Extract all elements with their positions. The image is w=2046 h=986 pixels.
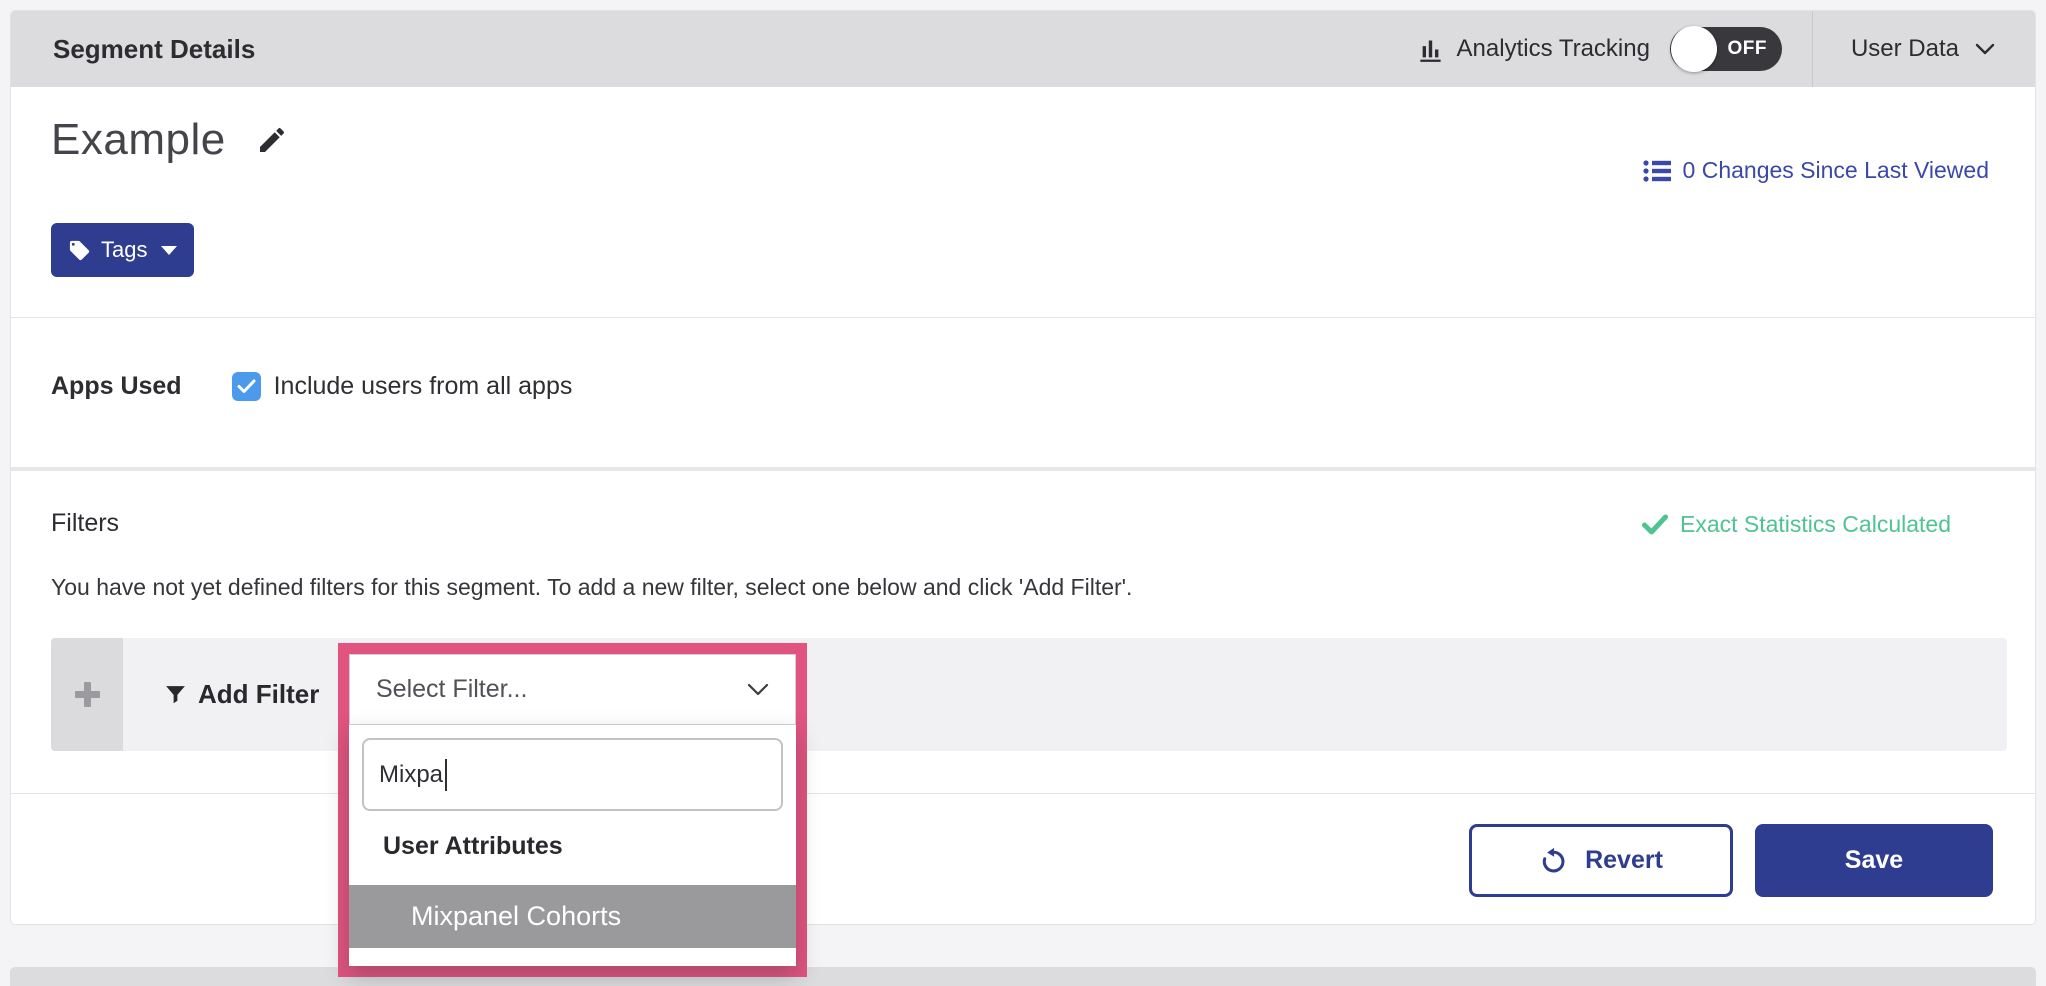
select-filter-placeholder: Select Filter... [376, 675, 527, 704]
analytics-tracking-label: Analytics Tracking [1457, 35, 1650, 63]
footer-divider [11, 793, 2035, 794]
revert-button-label: Revert [1585, 846, 1663, 875]
filters-description: You have not yet defined filters for thi… [51, 574, 1132, 601]
dropdown-group-header: User Attributes [383, 832, 563, 861]
undo-icon [1539, 847, 1567, 875]
segment-details-page: Segment Details Analytics Tracking [0, 0, 2046, 986]
dropdown-option-label: Mixpanel Cohorts [411, 901, 621, 932]
filter-search-input[interactable]: Mixpa [362, 738, 783, 811]
filter-search-value: Mixpa [379, 761, 443, 789]
revert-button[interactable]: Revert [1469, 824, 1733, 897]
edit-pencil-icon[interactable] [256, 124, 288, 156]
exact-statistics-status: Exact Statistics Calculated [1642, 511, 1951, 538]
dropdown-option-mixpanel-cohorts[interactable]: Mixpanel Cohorts [349, 885, 796, 948]
header-right-controls: Analytics Tracking OFF User Data [1417, 11, 2035, 87]
filter-funnel-icon [163, 682, 188, 707]
changes-since-last-viewed-link[interactable]: 0 Changes Since Last Viewed [1643, 157, 1989, 184]
list-icon [1643, 159, 1671, 183]
chevron-down-icon [747, 683, 769, 696]
include-all-apps-label: Include users from all apps [274, 372, 573, 401]
tags-button-label: Tags [101, 237, 147, 263]
check-icon [237, 379, 256, 394]
next-panel-header-bar [10, 967, 2036, 986]
bar-chart-icon [1417, 36, 1444, 63]
action-buttons: Revert Save [1469, 824, 1993, 897]
segment-name: Example [51, 115, 226, 165]
add-filter-plus-button[interactable] [51, 638, 123, 751]
filters-heading: Filters [51, 509, 119, 538]
add-filter-label-group: Add Filter [163, 679, 319, 710]
section-divider [11, 317, 2035, 318]
caret-down-icon [161, 246, 177, 255]
analytics-tracking-group: Analytics Tracking [1417, 35, 1650, 63]
toggle-knob [1671, 26, 1717, 72]
chevron-down-icon [1975, 43, 1995, 55]
save-button[interactable]: Save [1755, 824, 1993, 897]
add-filter-label: Add Filter [198, 679, 319, 710]
save-button-label: Save [1845, 846, 1903, 875]
analytics-tracking-toggle[interactable]: OFF [1670, 27, 1782, 71]
filter-dropdown-popup: Mixpa User Attributes Mixpanel Cohorts [349, 725, 796, 966]
changes-link-label: 0 Changes Since Last Viewed [1683, 157, 1989, 184]
text-cursor [445, 759, 447, 791]
select-filter-dropdown[interactable]: Select Filter... [349, 654, 796, 725]
include-all-apps-checkbox[interactable] [232, 372, 261, 401]
exact-statistics-label: Exact Statistics Calculated [1680, 511, 1951, 538]
check-icon [1642, 514, 1668, 535]
user-data-dropdown[interactable]: User Data [1813, 35, 2035, 63]
panel-header: Segment Details Analytics Tracking [11, 11, 2035, 87]
section-divider-thick [11, 467, 2035, 471]
apps-used-row: Apps Used Include users from all apps [51, 372, 572, 401]
segment-name-row: Example [51, 115, 288, 165]
user-data-label: User Data [1851, 35, 1959, 63]
segment-details-panel: Segment Details Analytics Tracking [10, 10, 2036, 925]
plus-icon [75, 682, 100, 707]
tags-button[interactable]: Tags [51, 223, 194, 277]
apps-used-label: Apps Used [51, 372, 182, 401]
page-title: Segment Details [53, 34, 255, 65]
toggle-state-label: OFF [1727, 38, 1767, 60]
annotation-highlight-box: Select Filter... Mixpa User Attributes M… [338, 643, 807, 977]
tag-icon [68, 239, 91, 262]
